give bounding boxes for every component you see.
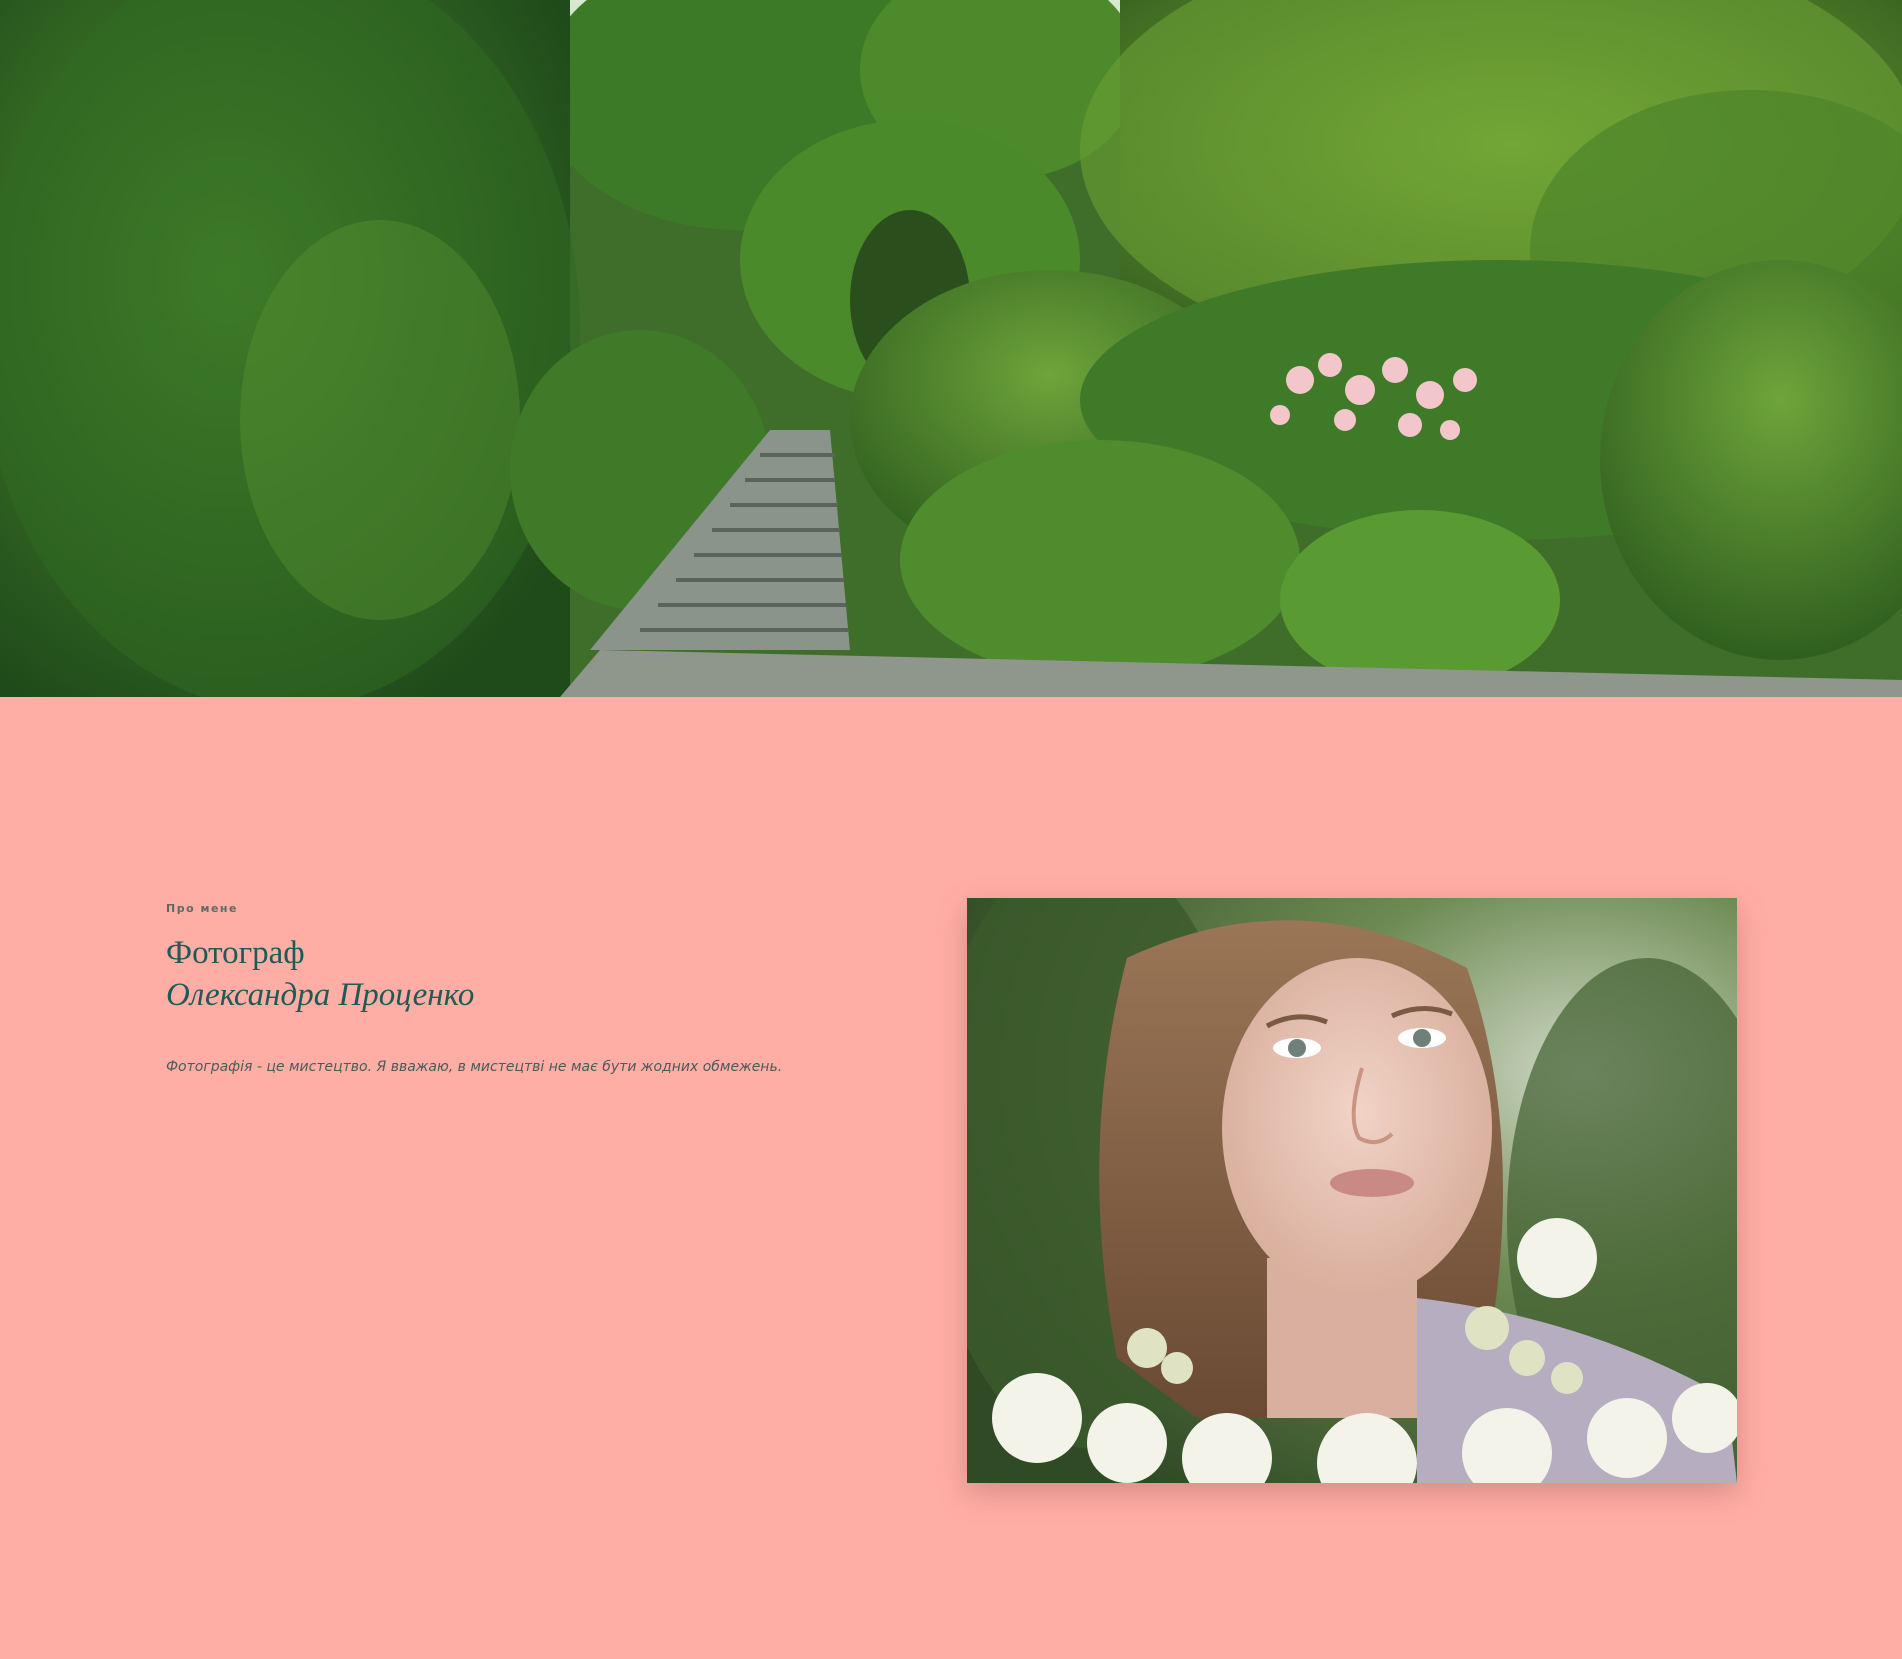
hero-banner (0, 0, 1902, 697)
title-name: Олександра Проценко (166, 977, 475, 1013)
section-eyebrow: Про мене (166, 902, 238, 915)
about-section: Про мене Фотограф Олександра Проценко Фо… (0, 697, 1902, 1659)
garden-hero-image (0, 0, 1902, 697)
about-quote: Фотографія - це мистецтво. Я вважаю, в м… (166, 1059, 783, 1075)
title-profession: Фотограф (166, 935, 305, 971)
portrait-image (967, 898, 1737, 1483)
portrait-photo (967, 898, 1737, 1483)
